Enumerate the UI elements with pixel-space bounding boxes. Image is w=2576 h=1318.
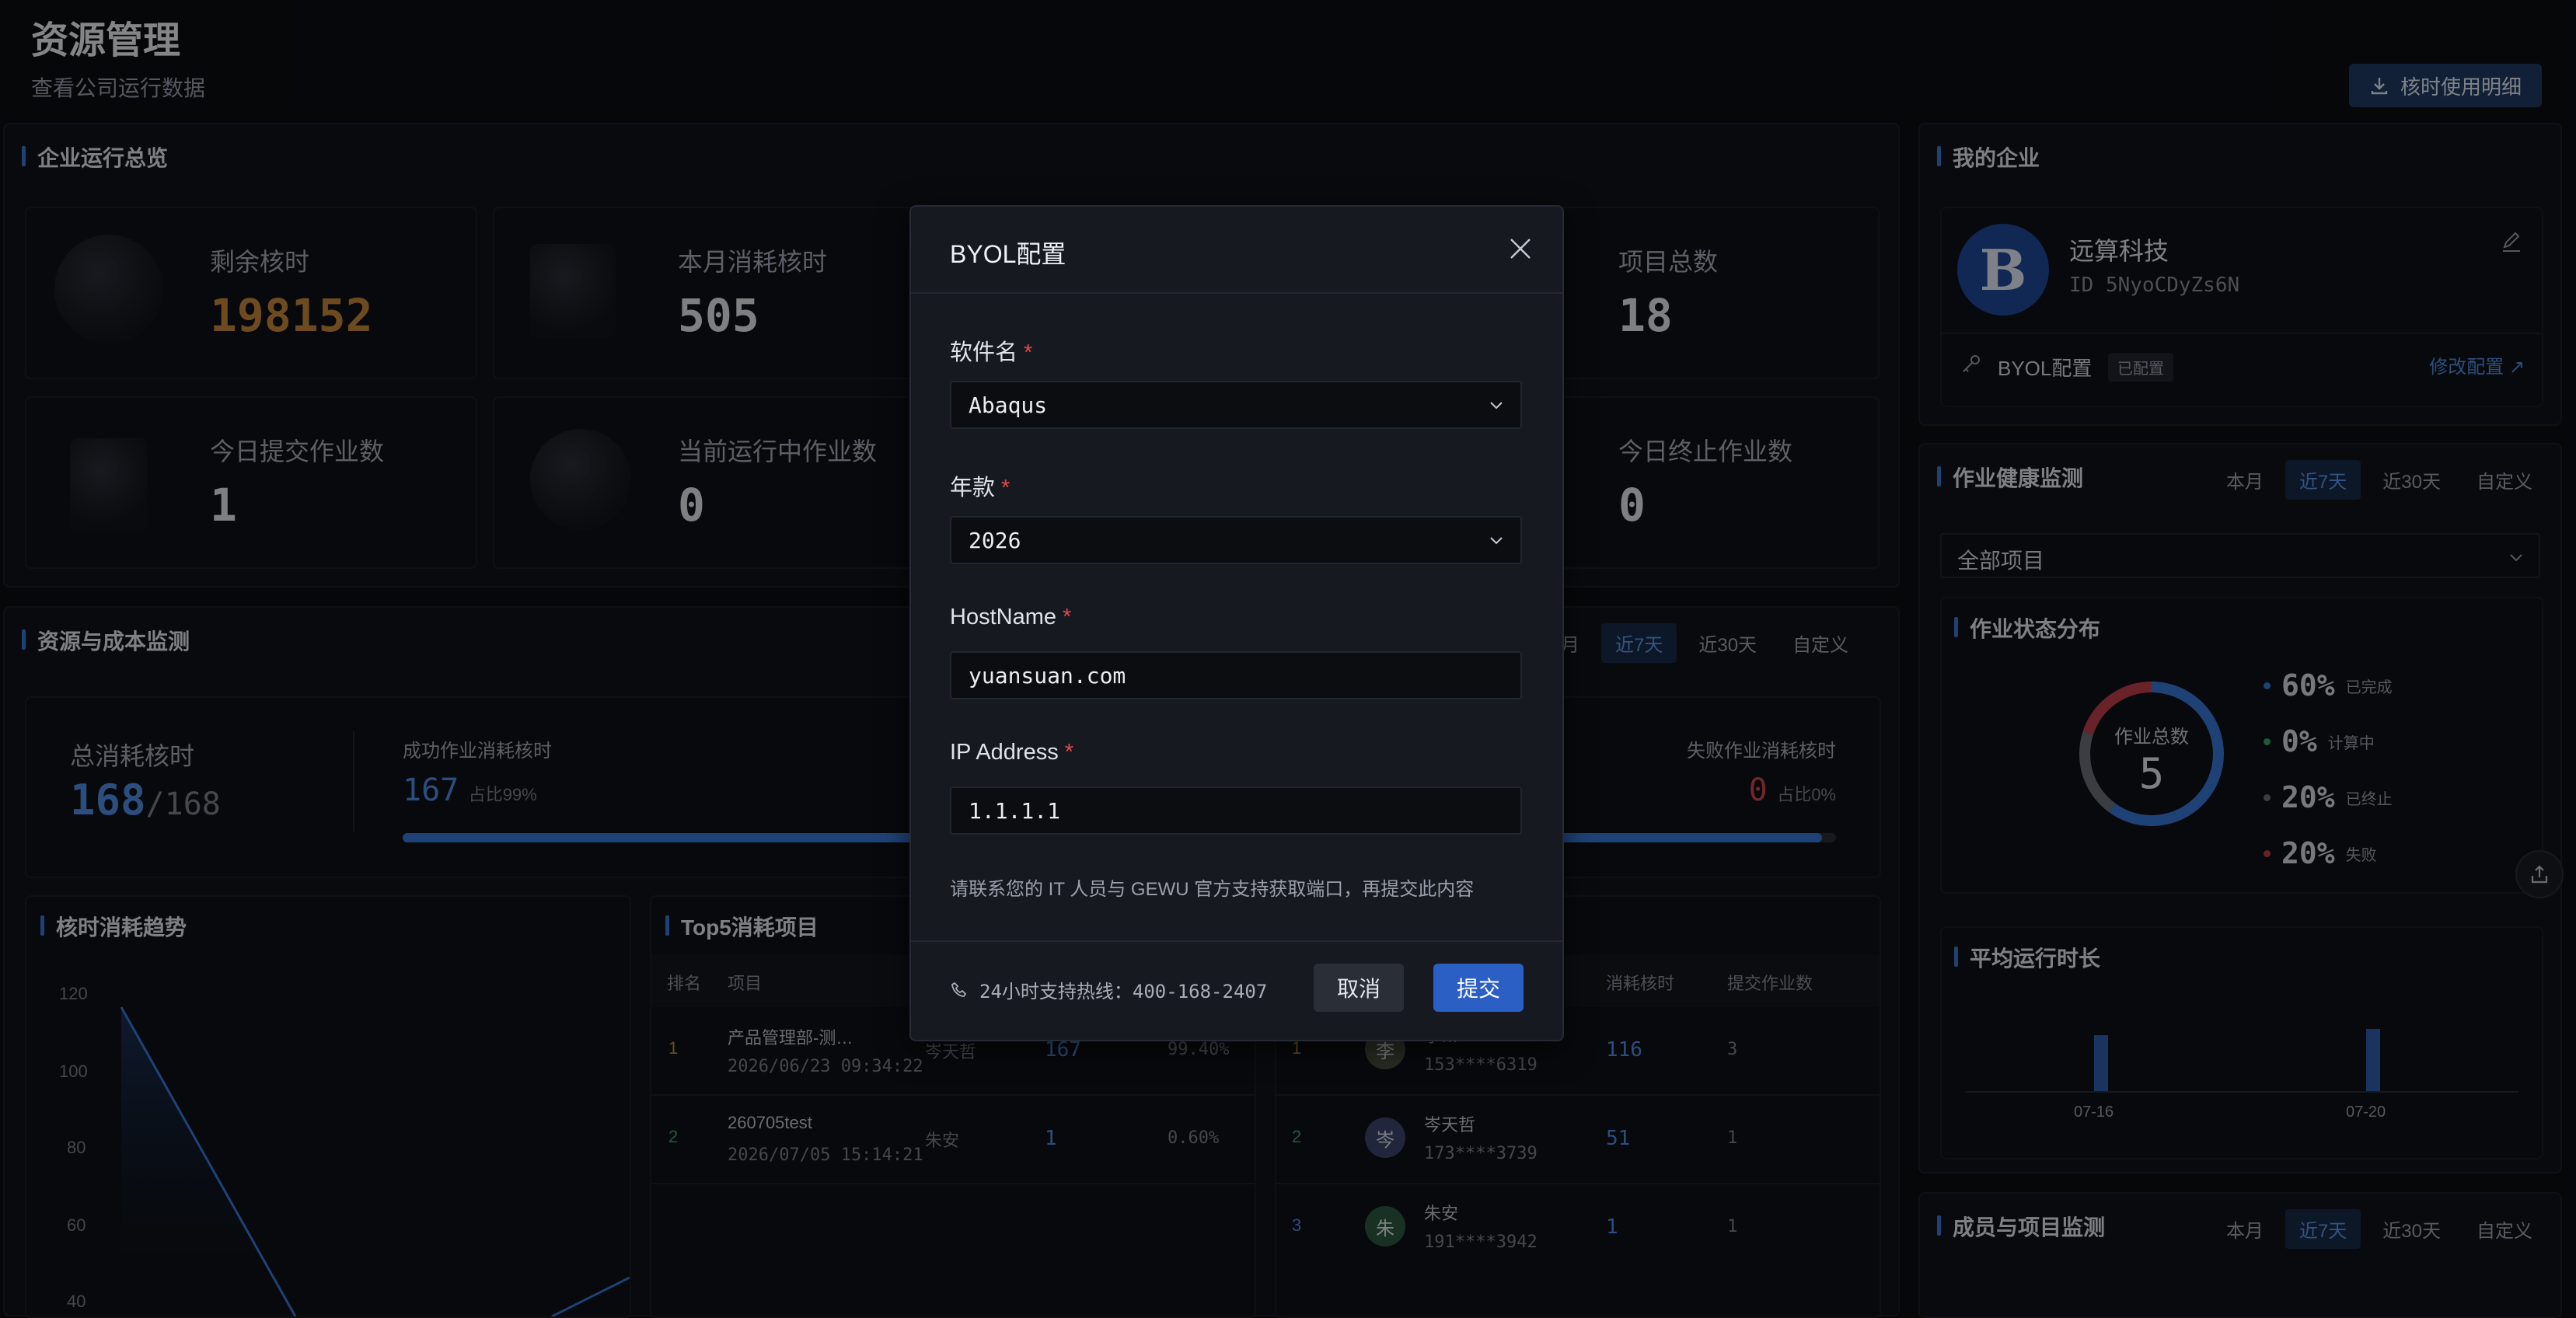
year-select[interactable]: 2026 (950, 516, 1522, 564)
software-value: Abaqus (969, 392, 1048, 418)
software-select[interactable]: Abaqus (950, 381, 1522, 429)
year-label: 年款 * (950, 469, 1010, 502)
modal-hint: 请联系您的 IT 人员与 GEWU 官方支持获取端口，再提交此内容 (950, 879, 1475, 900)
year-label-text: 年款 (950, 476, 996, 500)
host-label: HostName * (950, 605, 1071, 630)
hostname-input[interactable]: yuansuan.com (950, 651, 1522, 699)
required-mark: * (1001, 476, 1011, 500)
byol-config-modal: BYOL配置 软件名 * Abaqus 年款 * 2026 HostName * yu… (909, 205, 1564, 1041)
year-value: 2026 (969, 527, 1021, 553)
close-icon[interactable] (1506, 235, 1534, 263)
chevron-down-icon (1490, 402, 1503, 410)
hotline: 24小时支持热线：400-168-2407 (950, 976, 1267, 1003)
ip-value: 1.1.1.1 (969, 797, 1061, 824)
hotline-text: 24小时支持热线：400-168-2407 (979, 981, 1268, 1002)
hostname-value: yuansuan.com (969, 662, 1126, 689)
software-label-text: 软件名 (950, 340, 1018, 365)
host-label-text: HostName (950, 605, 1056, 629)
ip-label: IP Address * (950, 740, 1073, 765)
ip-label-text: IP Address (950, 740, 1059, 765)
chevron-down-icon (1490, 537, 1503, 545)
required-mark: * (1063, 605, 1072, 629)
modal-header-divider (911, 292, 1562, 294)
modal-title: BYOL配置 (950, 240, 1066, 268)
required-mark: * (1024, 340, 1033, 365)
ip-address-input[interactable]: 1.1.1.1 (950, 786, 1522, 835)
phone-icon (951, 982, 967, 997)
submit-button[interactable]: 提交 (1433, 964, 1524, 1012)
cancel-button[interactable]: 取消 (1314, 964, 1404, 1012)
modal-footer-divider (911, 940, 1562, 942)
software-label: 软件名 * (950, 334, 1032, 367)
required-mark: * (1064, 740, 1074, 765)
